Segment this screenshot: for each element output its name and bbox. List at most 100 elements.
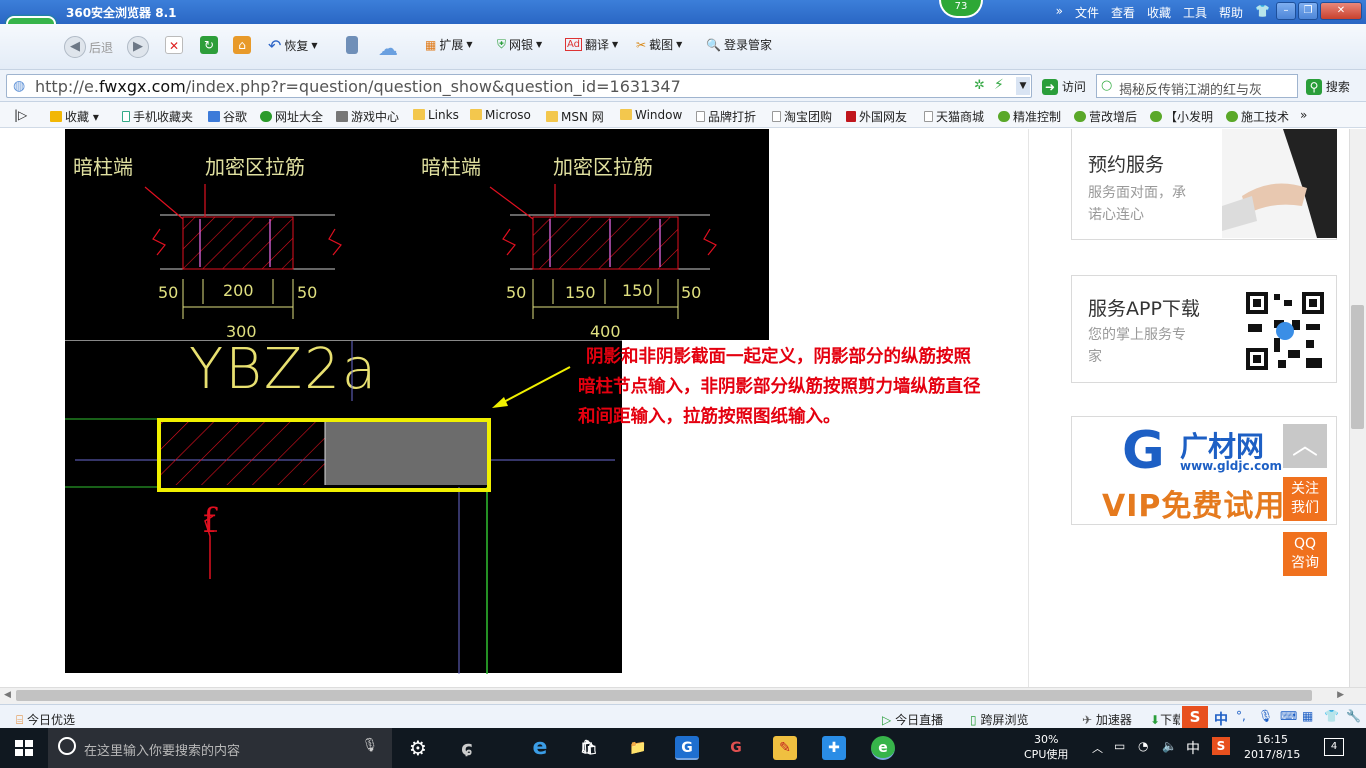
glodon-swirl-icon[interactable]: G xyxy=(724,736,748,760)
restore-button[interactable]: ↶ 恢复 ▼ xyxy=(268,36,318,55)
start-button[interactable] xyxy=(0,728,48,768)
home-button[interactable]: ⌂ xyxy=(233,36,251,54)
go-button[interactable]: ➜ 访问 xyxy=(1042,78,1086,95)
punctuation-icon[interactable]: °, xyxy=(1236,709,1246,723)
fav-games[interactable]: 游戏中心 xyxy=(336,108,399,125)
fav-hao[interactable]: 网址大全 xyxy=(260,108,323,125)
grid-icon[interactable]: ▦ xyxy=(1302,709,1313,723)
keyboard-icon[interactable]: ⌨ xyxy=(1280,709,1297,723)
bank-button[interactable]: ⛨ 网银 ▼ xyxy=(497,36,542,53)
download[interactable]: ⬇下载 xyxy=(1150,711,1180,728)
battery-icon[interactable]: ▭ xyxy=(1114,739,1125,753)
microphone-icon[interactable]: 🎙 xyxy=(361,738,378,753)
login-manager-button[interactable]: 🔍 登录管家 xyxy=(706,36,772,53)
back-button[interactable]: ◀ 后退 xyxy=(64,36,113,58)
fav-tmall[interactable]: 天猫商城 xyxy=(924,108,984,125)
store-icon[interactable]: 🛍 xyxy=(577,736,601,760)
url-input[interactable]: ◍ http://e.fwxgx.com/index.php?r=questio… xyxy=(6,74,1032,98)
follow-us-button[interactable]: 关注我们 xyxy=(1283,477,1327,521)
mic-icon[interactable]: 🎙 xyxy=(1258,709,1273,723)
scroll-right-icon[interactable]: ▶ xyxy=(1337,690,1344,700)
fav-construction[interactable]: 施工技术 xyxy=(1226,108,1289,125)
notepad-icon[interactable]: ✎ xyxy=(773,736,797,760)
search-input[interactable]: ○ 揭秘反传销江湖的红与灰 xyxy=(1096,74,1298,98)
fav-brand[interactable]: 品牌打折 xyxy=(696,108,756,125)
fav-taobao[interactable]: 淘宝团购 xyxy=(772,108,832,125)
fav-invention[interactable]: 【小发明 xyxy=(1150,108,1213,125)
maximize-button[interactable]: ❐ xyxy=(1298,2,1318,20)
windows-icon xyxy=(15,740,33,756)
tray-expand-icon[interactable]: ︿ xyxy=(1092,740,1103,756)
app-swirl-icon[interactable]: ɕ xyxy=(455,736,479,760)
fav-foreign[interactable]: 外国网友 xyxy=(846,108,907,125)
today-live[interactable]: ▷ 今日直播 xyxy=(882,711,943,728)
today-picks[interactable]: ⌸ 今日优选 xyxy=(16,711,75,728)
forward-button[interactable]: ▶ xyxy=(127,36,149,58)
search-button[interactable]: ⚲ 搜索 xyxy=(1306,78,1350,95)
fav-msn[interactable]: MSN 网 xyxy=(546,108,604,125)
app-download-card[interactable]: 服务APP下载 您的掌上服务专 家 xyxy=(1071,275,1337,383)
vertical-scroll-thumb[interactable] xyxy=(1351,305,1364,429)
bank-label: 网银 xyxy=(509,38,534,52)
qr-code-icon xyxy=(1244,290,1326,372)
menu-favorites[interactable]: 收藏 xyxy=(1147,4,1171,21)
skin-icon[interactable]: 👕 xyxy=(1255,4,1270,21)
url-dropdown-icon[interactable]: ▼ xyxy=(1016,77,1030,95)
horizontal-scroll-thumb[interactable] xyxy=(16,690,1312,701)
fav-more-icon[interactable]: » xyxy=(1300,108,1307,122)
favbar-toggle-icon[interactable]: |▷ xyxy=(14,108,27,122)
menu-expand-icon[interactable]: » xyxy=(1056,4,1063,21)
stop-button[interactable]: ✕ xyxy=(165,36,183,54)
glodon-g-icon[interactable]: G xyxy=(675,736,699,760)
sogou-tray-icon[interactable]: S xyxy=(1212,737,1230,755)
close-button[interactable]: ✕ xyxy=(1320,2,1362,20)
ime-indicator[interactable]: 中 xyxy=(1186,738,1200,758)
shirt-icon[interactable]: 👕 xyxy=(1324,709,1339,723)
fav-mobile[interactable]: 手机收藏夹 xyxy=(122,108,193,125)
translate-button[interactable]: Ad 翻译 ▼ xyxy=(565,36,618,53)
cpu-meter[interactable]: 30% CPU使用 xyxy=(1024,732,1068,762)
back-to-top-button[interactable]: ︿ xyxy=(1283,424,1327,468)
taskbar-search-input[interactable]: 在这里输入你要搜索的内容 🎙 xyxy=(48,728,392,768)
qq-consult-button[interactable]: QQ咨询 xyxy=(1283,532,1327,576)
menu-file[interactable]: 文件 xyxy=(1075,4,1099,21)
cloud-button[interactable]: ☁ xyxy=(378,36,398,60)
add-app-icon[interactable]: ✚ xyxy=(822,736,846,760)
accelerator[interactable]: ✈ 加速器 xyxy=(1082,711,1132,728)
mobile-button[interactable] xyxy=(346,36,358,54)
sogou-ime-icon[interactable]: S xyxy=(1182,706,1208,728)
booking-service-card[interactable]: 预约服务 服务面对面，承 诺心连心 xyxy=(1071,129,1337,240)
task-view-icon[interactable]: ⚙ xyxy=(406,736,430,760)
file-explorer-icon[interactable]: 📁 xyxy=(626,736,650,760)
scroll-left-icon[interactable]: ◀ xyxy=(4,690,11,700)
menu-help[interactable]: 帮助 xyxy=(1219,4,1243,21)
fav-label: Links xyxy=(428,108,459,122)
menu-tools[interactable]: 工具 xyxy=(1183,4,1207,21)
lightning-icon[interactable]: ⚡ xyxy=(994,77,1004,93)
fav-links[interactable]: Links xyxy=(413,108,459,122)
fav-google[interactable]: 谷歌 xyxy=(208,108,247,125)
fav-windows[interactable]: Window xyxy=(620,108,682,122)
refresh-button[interactable]: ↻ xyxy=(200,36,218,54)
clock[interactable]: 16:15 2017/8/15 xyxy=(1244,732,1300,762)
screenshot-button[interactable]: ✂ 截图 ▼ xyxy=(636,36,682,53)
speed-icon[interactable]: ✲ xyxy=(974,78,985,93)
fav-precise[interactable]: 精准控制 xyxy=(998,108,1061,125)
wifi-icon[interactable]: ◔ xyxy=(1138,739,1148,753)
fav-microsoft[interactable]: Microso xyxy=(470,108,531,122)
cross-screen[interactable]: ▯ 跨屏浏览 xyxy=(970,711,1028,728)
minimize-button[interactable]: – xyxy=(1276,2,1296,20)
browser-360-icon[interactable]: e xyxy=(871,736,895,760)
volume-icon[interactable]: 🔈 xyxy=(1162,739,1177,753)
fav-vat[interactable]: 营改增后 xyxy=(1074,108,1137,125)
menu-view[interactable]: 查看 xyxy=(1111,4,1135,21)
action-center-icon[interactable]: 4 xyxy=(1324,738,1344,756)
edge-icon[interactable]: e xyxy=(528,736,552,760)
ime-mode[interactable]: 中 xyxy=(1214,709,1228,729)
screenshot-label: 截图 xyxy=(649,38,674,52)
fav-collect[interactable]: 收藏 ▾ xyxy=(50,108,99,125)
fav-label: MSN 网 xyxy=(561,110,604,124)
extend-button[interactable]: ▦ 扩展 ▼ xyxy=(425,36,473,53)
wrench-icon[interactable]: 🔧 xyxy=(1346,709,1361,723)
search-icon: ⚲ xyxy=(1306,79,1322,95)
